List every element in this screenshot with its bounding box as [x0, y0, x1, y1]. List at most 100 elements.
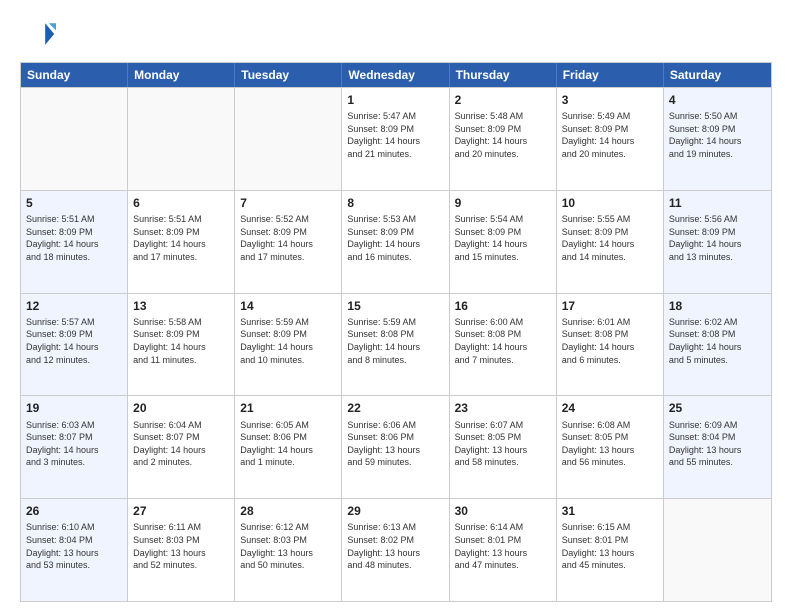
day-cell-31: 31 Sunrise: 6:15 AM Sunset: 8:01 PM Dayli… [557, 499, 664, 601]
day-number: 3 [562, 92, 658, 108]
day-info: Sunrise: 5:59 AM Sunset: 8:09 PM Dayligh… [240, 316, 336, 366]
day-number: 25 [669, 400, 766, 416]
day-number: 1 [347, 92, 443, 108]
weekday-header-wednesday: Wednesday [342, 63, 449, 87]
day-cell-14: 14 Sunrise: 5:59 AM Sunset: 8:09 PM Dayli… [235, 294, 342, 396]
day-cell-26: 26 Sunrise: 6:10 AM Sunset: 8:04 PM Dayli… [21, 499, 128, 601]
day-info: Sunrise: 6:05 AM Sunset: 8:06 PM Dayligh… [240, 419, 336, 469]
calendar-row-1: 5Sunrise: 5:51 AM Sunset: 8:09 PM Daylig… [21, 190, 771, 293]
day-cell-1: 1 Sunrise: 5:47 AM Sunset: 8:09 PM Daylig… [342, 88, 449, 190]
day-number: 13 [133, 298, 229, 314]
day-cell-10: 10 Sunrise: 5:55 AM Sunset: 8:09 PM Dayli… [557, 191, 664, 293]
day-number: 16 [455, 298, 551, 314]
day-number: 7 [240, 195, 336, 211]
day-info: Sunrise: 5:57 AM Sunset: 8:09 PM Dayligh… [26, 316, 122, 366]
day-cell-27: 27 Sunrise: 6:11 AM Sunset: 8:03 PM Dayli… [128, 499, 235, 601]
weekday-header-sunday: Sunday [21, 63, 128, 87]
day-cell-23: 23 Sunrise: 6:07 AM Sunset: 8:05 PM Dayli… [450, 396, 557, 498]
day-cell-6: 6 Sunrise: 5:51 AM Sunset: 8:09 PM Daylig… [128, 191, 235, 293]
day-cell-24: 24Sunrise: 6:08 AM Sunset: 8:05 PM Dayli… [557, 396, 664, 498]
day-number: 11 [669, 195, 766, 211]
day-cell-8: 8Sunrise: 5:53 AM Sunset: 8:09 PM Daylig… [342, 191, 449, 293]
day-number: 28 [240, 503, 336, 519]
day-number: 19 [26, 400, 122, 416]
weekday-header-saturday: Saturday [664, 63, 771, 87]
day-cell-30: 30Sunrise: 6:14 AM Sunset: 8:01 PM Dayli… [450, 499, 557, 601]
day-number: 8 [347, 195, 443, 211]
calendar-header: SundayMondayTuesdayWednesdayThursdayFrid… [21, 63, 771, 87]
day-number: 2 [455, 92, 551, 108]
day-cell-21: 21 Sunrise: 6:05 AM Sunset: 8:06 PM Dayli… [235, 396, 342, 498]
day-cell-15: 15 Sunrise: 5:59 AM Sunset: 8:08 PM Dayli… [342, 294, 449, 396]
day-info: Sunrise: 5:56 AM Sunset: 8:09 PM Dayligh… [669, 213, 766, 263]
day-info: Sunrise: 6:00 AM Sunset: 8:08 PM Dayligh… [455, 316, 551, 366]
day-cell-3: 3 Sunrise: 5:49 AM Sunset: 8:09 PM Daylig… [557, 88, 664, 190]
day-info: Sunrise: 5:51 AM Sunset: 8:09 PM Dayligh… [133, 213, 229, 263]
day-cell-4: 4Sunrise: 5:50 AM Sunset: 8:09 PM Daylig… [664, 88, 771, 190]
logo [20, 16, 60, 52]
day-info: Sunrise: 6:07 AM Sunset: 8:05 PM Dayligh… [455, 419, 551, 469]
day-info: Sunrise: 5:58 AM Sunset: 8:09 PM Dayligh… [133, 316, 229, 366]
day-cell-16: 16 Sunrise: 6:00 AM Sunset: 8:08 PM Dayli… [450, 294, 557, 396]
day-info: Sunrise: 6:06 AM Sunset: 8:06 PM Dayligh… [347, 419, 443, 469]
day-cell-12: 12Sunrise: 5:57 AM Sunset: 8:09 PM Dayli… [21, 294, 128, 396]
day-info: Sunrise: 5:49 AM Sunset: 8:09 PM Dayligh… [562, 110, 658, 160]
day-number: 29 [347, 503, 443, 519]
day-number: 17 [562, 298, 658, 314]
day-number: 22 [347, 400, 443, 416]
day-info: Sunrise: 6:09 AM Sunset: 8:04 PM Dayligh… [669, 419, 766, 469]
day-number: 26 [26, 503, 122, 519]
day-number: 10 [562, 195, 658, 211]
day-info: Sunrise: 5:55 AM Sunset: 8:09 PM Dayligh… [562, 213, 658, 263]
day-info: Sunrise: 6:01 AM Sunset: 8:08 PM Dayligh… [562, 316, 658, 366]
day-cell-2: 2Sunrise: 5:48 AM Sunset: 8:09 PM Daylig… [450, 88, 557, 190]
empty-cell [21, 88, 128, 190]
calendar-row-4: 26 Sunrise: 6:10 AM Sunset: 8:04 PM Dayli… [21, 498, 771, 601]
calendar-body: 1 Sunrise: 5:47 AM Sunset: 8:09 PM Daylig… [21, 87, 771, 601]
day-info: Sunrise: 6:12 AM Sunset: 8:03 PM Dayligh… [240, 521, 336, 571]
day-info: Sunrise: 6:14 AM Sunset: 8:01 PM Dayligh… [455, 521, 551, 571]
day-number: 14 [240, 298, 336, 314]
day-number: 9 [455, 195, 551, 211]
empty-cell [128, 88, 235, 190]
day-cell-18: 18 Sunrise: 6:02 AM Sunset: 8:08 PM Dayli… [664, 294, 771, 396]
calendar-row-0: 1 Sunrise: 5:47 AM Sunset: 8:09 PM Daylig… [21, 87, 771, 190]
day-info: Sunrise: 5:50 AM Sunset: 8:09 PM Dayligh… [669, 110, 766, 160]
day-info: Sunrise: 6:15 AM Sunset: 8:01 PM Dayligh… [562, 521, 658, 571]
weekday-header-tuesday: Tuesday [235, 63, 342, 87]
header [20, 16, 772, 52]
day-cell-13: 13 Sunrise: 5:58 AM Sunset: 8:09 PM Dayli… [128, 294, 235, 396]
day-cell-28: 28 Sunrise: 6:12 AM Sunset: 8:03 PM Dayli… [235, 499, 342, 601]
day-number: 23 [455, 400, 551, 416]
day-number: 20 [133, 400, 229, 416]
day-number: 18 [669, 298, 766, 314]
empty-cell [664, 499, 771, 601]
calendar-row-3: 19Sunrise: 6:03 AM Sunset: 8:07 PM Dayli… [21, 395, 771, 498]
day-cell-9: 9 Sunrise: 5:54 AM Sunset: 8:09 PM Daylig… [450, 191, 557, 293]
day-number: 6 [133, 195, 229, 211]
day-cell-29: 29 Sunrise: 6:13 AM Sunset: 8:02 PM Dayli… [342, 499, 449, 601]
day-cell-11: 11 Sunrise: 5:56 AM Sunset: 8:09 PM Dayli… [664, 191, 771, 293]
calendar: SundayMondayTuesdayWednesdayThursdayFrid… [20, 62, 772, 602]
day-cell-22: 22 Sunrise: 6:06 AM Sunset: 8:06 PM Dayli… [342, 396, 449, 498]
day-cell-7: 7 Sunrise: 5:52 AM Sunset: 8:09 PM Daylig… [235, 191, 342, 293]
weekday-header-friday: Friday [557, 63, 664, 87]
day-info: Sunrise: 6:02 AM Sunset: 8:08 PM Dayligh… [669, 316, 766, 366]
day-info: Sunrise: 6:04 AM Sunset: 8:07 PM Dayligh… [133, 419, 229, 469]
day-number: 24 [562, 400, 658, 416]
weekday-header-thursday: Thursday [450, 63, 557, 87]
day-info: Sunrise: 6:10 AM Sunset: 8:04 PM Dayligh… [26, 521, 122, 571]
day-number: 31 [562, 503, 658, 519]
day-number: 21 [240, 400, 336, 416]
day-info: Sunrise: 5:47 AM Sunset: 8:09 PM Dayligh… [347, 110, 443, 160]
empty-cell [235, 88, 342, 190]
day-info: Sunrise: 5:52 AM Sunset: 8:09 PM Dayligh… [240, 213, 336, 263]
day-info: Sunrise: 5:54 AM Sunset: 8:09 PM Dayligh… [455, 213, 551, 263]
calendar-row-2: 12Sunrise: 5:57 AM Sunset: 8:09 PM Dayli… [21, 293, 771, 396]
day-info: Sunrise: 6:11 AM Sunset: 8:03 PM Dayligh… [133, 521, 229, 571]
day-cell-19: 19Sunrise: 6:03 AM Sunset: 8:07 PM Dayli… [21, 396, 128, 498]
day-info: Sunrise: 6:13 AM Sunset: 8:02 PM Dayligh… [347, 521, 443, 571]
day-number: 27 [133, 503, 229, 519]
day-number: 15 [347, 298, 443, 314]
day-info: Sunrise: 5:59 AM Sunset: 8:08 PM Dayligh… [347, 316, 443, 366]
